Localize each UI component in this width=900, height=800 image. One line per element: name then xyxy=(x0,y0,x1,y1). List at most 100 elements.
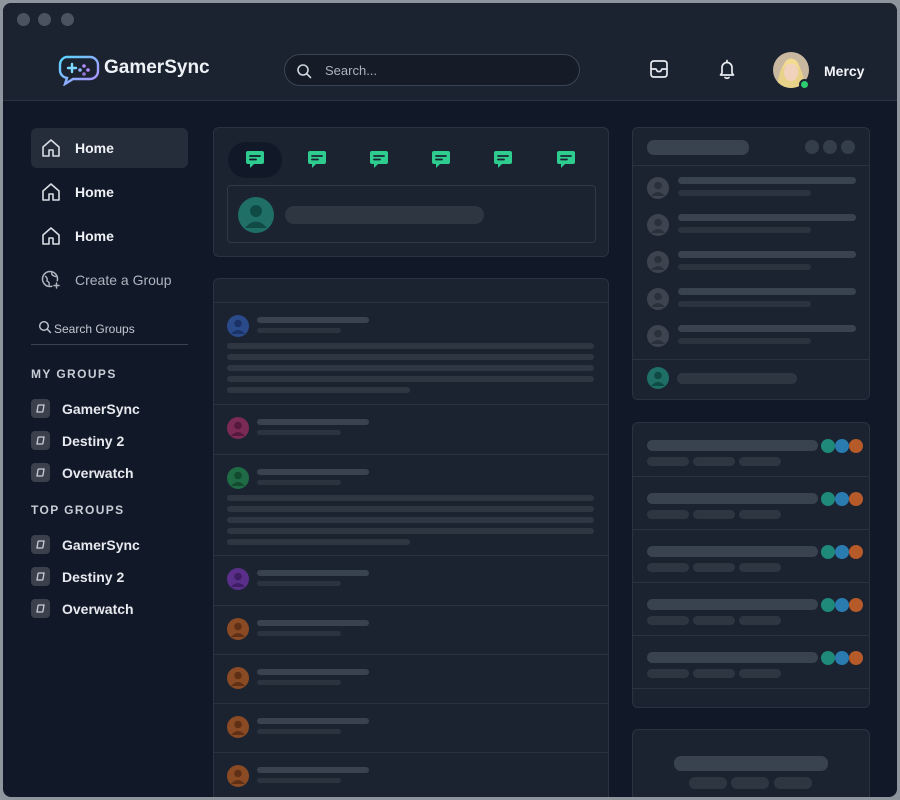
chat-tab-1[interactable] xyxy=(228,142,282,178)
members-footer-skeleton xyxy=(677,373,797,384)
post-author-skeleton xyxy=(257,718,369,724)
post-text-skeleton xyxy=(227,506,594,512)
member-row[interactable] xyxy=(633,175,869,205)
post-meta-skeleton xyxy=(257,631,341,636)
member-status-skeleton xyxy=(678,227,811,233)
panel-action-dot[interactable] xyxy=(805,140,819,154)
post-item[interactable] xyxy=(214,606,608,655)
suggested-tag-skeleton xyxy=(774,777,812,789)
member-row[interactable] xyxy=(633,249,869,279)
participant-dot xyxy=(849,439,863,453)
panel-action-dot[interactable] xyxy=(823,140,837,154)
sidebar-item-label: Create a Group xyxy=(75,272,172,288)
minimize-window-dot[interactable] xyxy=(38,13,51,26)
search-icon xyxy=(38,320,52,334)
chat-bubble-icon xyxy=(308,151,326,168)
user-name[interactable]: Mercy xyxy=(824,63,864,79)
user-avatar-icon xyxy=(227,315,249,337)
maximize-window-dot[interactable] xyxy=(61,13,74,26)
sidebar-item-create-group[interactable]: Create a Group xyxy=(31,260,188,300)
event-tag-skeleton xyxy=(693,457,735,466)
suggested-tag-skeleton xyxy=(689,777,727,789)
composer-placeholder-skeleton xyxy=(285,206,484,224)
members-title-skeleton xyxy=(647,140,749,155)
event-tag-skeleton xyxy=(739,457,781,466)
group-icon xyxy=(31,431,50,450)
event-tag-skeleton xyxy=(693,616,735,625)
search-groups-label: Search Groups xyxy=(54,322,135,336)
panel-action-dot[interactable] xyxy=(841,140,855,154)
participant-dot xyxy=(821,492,835,506)
user-avatar-icon xyxy=(227,716,249,738)
member-name-skeleton xyxy=(678,251,856,258)
participant-dot xyxy=(849,545,863,559)
events-panel xyxy=(632,422,870,708)
sidebar-item-home-3[interactable]: Home xyxy=(31,216,188,256)
member-status-skeleton xyxy=(678,190,811,196)
sidebar-item-home[interactable]: Home xyxy=(31,128,188,168)
bell-icon[interactable] xyxy=(714,56,740,82)
chat-tab-2[interactable] xyxy=(290,142,344,178)
post-meta-skeleton xyxy=(257,778,341,783)
post-text-skeleton xyxy=(227,376,594,382)
post-item[interactable] xyxy=(214,556,608,606)
post-text-skeleton xyxy=(227,343,594,349)
post-author-skeleton xyxy=(257,767,369,773)
home-icon xyxy=(42,139,60,157)
event-row[interactable] xyxy=(633,635,869,689)
close-window-dot[interactable] xyxy=(17,13,30,26)
app-window: GamerSync Search... Mercy Home Home Home… xyxy=(3,3,897,797)
event-tag-skeleton xyxy=(647,563,689,572)
event-row[interactable] xyxy=(633,582,869,636)
user-avatar-icon xyxy=(227,467,249,489)
event-tag-skeleton xyxy=(693,669,735,678)
post-meta-skeleton xyxy=(257,480,341,485)
member-row[interactable] xyxy=(633,212,869,242)
gamersync-logo-icon[interactable] xyxy=(58,54,100,86)
post-composer-panel xyxy=(213,127,609,257)
post-item[interactable] xyxy=(214,655,608,704)
post-item[interactable] xyxy=(214,455,608,556)
top-header: GamerSync Search... Mercy xyxy=(3,36,897,101)
group-name: Destiny 2 xyxy=(62,433,125,449)
user-avatar-icon xyxy=(227,417,249,439)
event-row[interactable] xyxy=(633,423,869,477)
post-meta-skeleton xyxy=(257,680,341,685)
user-avatar-icon xyxy=(227,618,249,640)
user-avatar-icon xyxy=(238,197,274,233)
post-item[interactable] xyxy=(214,704,608,753)
member-row[interactable] xyxy=(633,286,869,316)
post-meta-skeleton xyxy=(257,581,341,586)
user-avatar-icon xyxy=(647,214,669,236)
post-item[interactable] xyxy=(214,405,608,455)
post-item[interactable] xyxy=(214,753,608,797)
member-row[interactable] xyxy=(633,323,869,353)
chat-tab-6[interactable] xyxy=(539,142,593,178)
participant-dot xyxy=(835,598,849,612)
event-title-skeleton xyxy=(647,546,818,557)
participant-dot xyxy=(849,492,863,506)
member-name-skeleton xyxy=(678,288,856,295)
inbox-icon[interactable] xyxy=(646,56,672,82)
event-row[interactable] xyxy=(633,476,869,530)
search-icon xyxy=(297,64,312,79)
group-name: GamerSync xyxy=(62,537,140,553)
event-row[interactable] xyxy=(633,529,869,583)
chat-tab-3[interactable] xyxy=(352,142,406,178)
post-meta-skeleton xyxy=(257,729,341,734)
post-text-skeleton xyxy=(227,387,410,393)
group-icon xyxy=(31,599,50,618)
sidebar-item-home-2[interactable]: Home xyxy=(31,172,188,212)
chat-tab-5[interactable] xyxy=(476,142,530,178)
event-title-skeleton xyxy=(647,440,818,451)
chat-tab-4[interactable] xyxy=(414,142,468,178)
post-item[interactable] xyxy=(214,303,608,405)
participant-dot xyxy=(821,439,835,453)
search-groups-input[interactable]: Search Groups xyxy=(31,316,188,345)
search-input[interactable]: Search... xyxy=(284,54,580,86)
chat-bubble-icon xyxy=(557,151,575,168)
group-name: Overwatch xyxy=(62,601,134,617)
participant-dot xyxy=(849,651,863,665)
composer-input[interactable] xyxy=(227,185,596,243)
suggested-panel xyxy=(632,729,870,797)
